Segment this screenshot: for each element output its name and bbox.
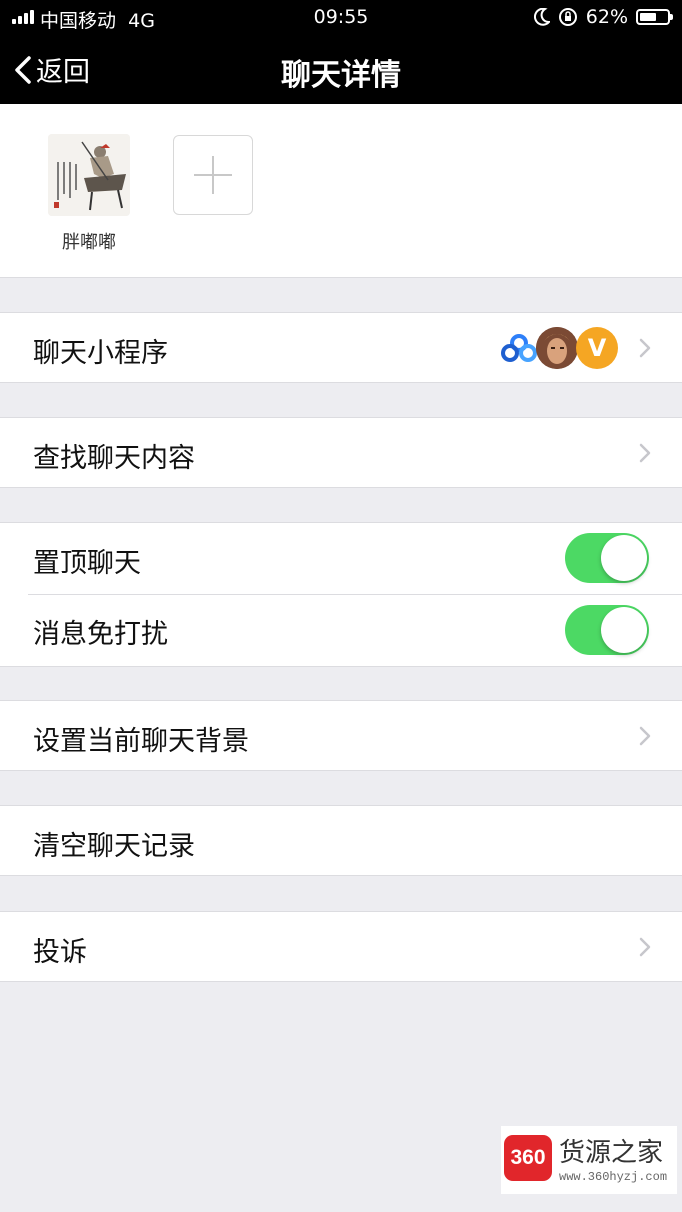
toggle-knob [601,607,647,653]
chevron-right-icon [639,726,651,746]
report-cell[interactable]: 投诉 [0,911,682,982]
sticky-chat-label: 置顶聊天 [33,548,141,579]
watermark-logo: 360 [504,1135,552,1181]
member-name: 胖嘟嘟 [62,232,116,253]
page-title: 聊天详情 [281,58,401,93]
clear-history-label: 清空聊天记录 [33,831,195,862]
nav-bar: 返回 聊天详情 [0,36,682,104]
battery-icon [636,9,673,25]
battery-percent: 62% [585,6,628,28]
chat-background-cell[interactable]: 设置当前聊天背景 [0,700,682,771]
mute-label: 消息免打扰 [33,619,168,650]
painting-avatar-image [48,134,130,216]
search-chat-cell[interactable]: 查找聊天内容 [0,417,682,488]
mute-cell: 消息免打扰 [0,595,682,667]
cloud-rings-icon [498,327,540,369]
v-badge-icon: V [576,327,618,369]
battery-level [640,13,656,21]
clear-history-cell[interactable]: 清空聊天记录 [0,805,682,876]
game-avatar-icon [536,327,578,369]
watermark: 360 货源之家 www.360hyzj.com [501,1126,677,1194]
mute-toggle[interactable] [565,605,649,655]
members-section: 胖嘟嘟 [0,104,682,278]
search-chat-label: 查找聊天内容 [33,443,195,474]
sticky-chat-cell: 置顶聊天 [0,522,682,595]
status-bar: 中国移动 4G 09:55 62% [0,0,682,36]
moon-icon [533,8,550,26]
watermark-title: 货源之家 [559,1138,664,1168]
member-item[interactable]: 胖嘟嘟 [39,134,139,254]
toggle-knob [601,535,647,581]
chevron-right-icon [639,338,651,358]
sticky-chat-toggle[interactable] [565,533,649,583]
rotation-lock-icon [558,8,577,26]
plus-icon [194,156,232,194]
v-badge-letter: V [587,334,607,362]
chevron-right-icon [639,937,651,957]
chat-background-label: 设置当前聊天背景 [33,726,249,757]
report-label: 投诉 [33,937,87,968]
mini-programs-cell[interactable]: 聊天小程序 V [0,312,682,383]
status-right: 62% [533,6,673,28]
watermark-url: www.360hyzj.com [559,1170,668,1184]
mini-program-icons: V [501,327,618,369]
avatar [48,134,130,216]
add-member-button[interactable] [173,135,253,215]
chevron-right-icon [639,443,651,463]
mini-programs-label: 聊天小程序 [33,338,168,369]
